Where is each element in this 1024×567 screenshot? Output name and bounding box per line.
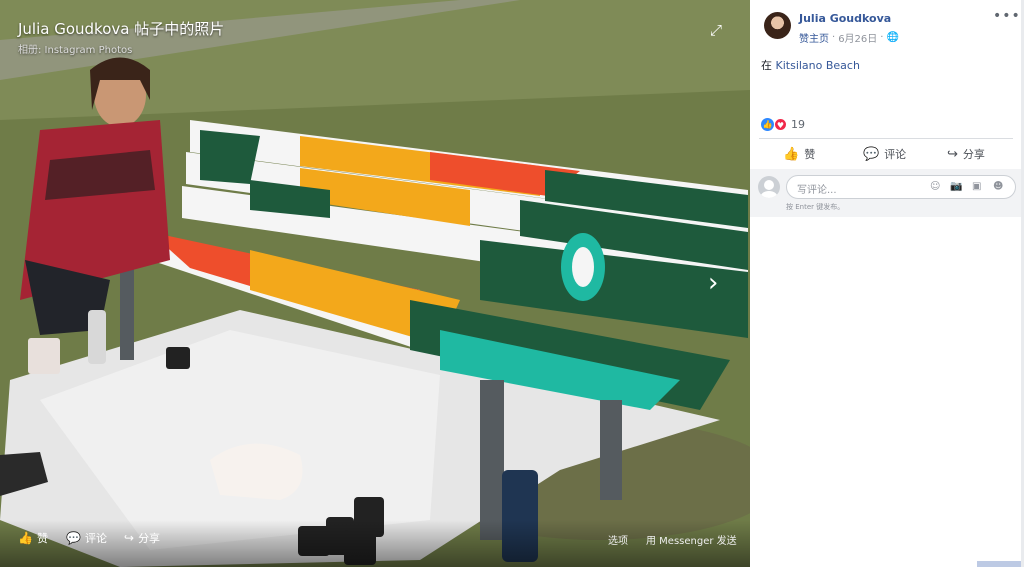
location-prefix: 在 [761, 59, 772, 72]
photo-comment-button[interactable]: 💬 评论 [66, 530, 107, 546]
share-button[interactable]: ↪ 分享 [947, 146, 985, 162]
comment-input[interactable]: 写评论... [786, 175, 1016, 199]
comment-icon: 💬 [863, 146, 880, 162]
emoji-icon[interactable]: ☺ [930, 181, 940, 192]
photo-scene [0, 0, 750, 567]
share-icon: ↪ [947, 146, 958, 162]
share-label: 分享 [962, 148, 985, 161]
post-author[interactable]: Julia Goudkova [799, 12, 891, 25]
post-location: 在 Kitsilano Beach [761, 57, 860, 73]
globe-icon: 🌐 [886, 32, 899, 43]
reaction-summary[interactable]: 👍 ♥ 19 [761, 118, 805, 131]
like-button[interactable]: 👍 赞 [783, 146, 815, 162]
post-meta: 赞主页 · 6月26日 · 🌐 [799, 30, 899, 45]
comment-hint: 按 Enter 键发布。 [786, 203, 845, 211]
chevron-right-icon[interactable]: › [708, 270, 718, 296]
photo-album-link[interactable]: 相册: Instagram Photos [18, 41, 132, 56]
like-reaction-icon: 👍 [761, 118, 774, 131]
comment-icon: 💬 [66, 531, 81, 545]
photo-comment-label: 评论 [84, 532, 107, 545]
divider [759, 138, 1013, 139]
avatar [758, 176, 780, 198]
photo-like-label: 赞 [36, 532, 48, 545]
post-date[interactable]: 6月26日 [838, 30, 877, 45]
like-label: 赞 [804, 148, 816, 161]
meta-separator: · [832, 32, 836, 43]
thumbs-up-icon: 👍 [783, 146, 800, 162]
like-page-link[interactable]: 赞主页 [799, 30, 829, 45]
post-sidebar [750, 0, 1021, 567]
comment-label: 评论 [884, 148, 907, 161]
photo-share-button[interactable]: ↪ 分享 [124, 530, 160, 546]
avatar[interactable] [764, 12, 791, 39]
thumbs-up-icon: 👍 [18, 531, 33, 545]
meta-separator-2: · [880, 32, 884, 43]
reaction-count: 19 [791, 118, 805, 131]
photo-like-button[interactable]: 👍 赞 [18, 530, 48, 546]
photo-title: Julia Goudkova 帖子中的照片 [18, 20, 225, 38]
gif-icon[interactable]: ▣ [972, 181, 981, 192]
camera-icon[interactable]: 📷 [950, 181, 962, 192]
comment-button[interactable]: 💬 评论 [863, 146, 906, 162]
post-photo[interactable]: Julia Goudkova 帖子中的照片 相册: Instagram Phot… [0, 0, 750, 567]
location-link[interactable]: Kitsilano Beach [776, 59, 860, 72]
photo-options-link[interactable]: 选项 [608, 532, 628, 547]
send-messenger-link[interactable]: 用 Messenger 发送 [646, 532, 737, 547]
chat-tab[interactable] [977, 561, 1021, 567]
share-icon: ↪ [124, 531, 135, 545]
love-reaction-icon: ♥ [774, 118, 787, 131]
expand-icon[interactable]: ⤢ [708, 22, 724, 38]
sticker-icon[interactable]: ☻ [993, 181, 1003, 192]
photo-share-label: 分享 [138, 532, 161, 545]
more-options-icon[interactable]: ••• [993, 8, 1021, 24]
photo-action-bar [0, 520, 750, 567]
